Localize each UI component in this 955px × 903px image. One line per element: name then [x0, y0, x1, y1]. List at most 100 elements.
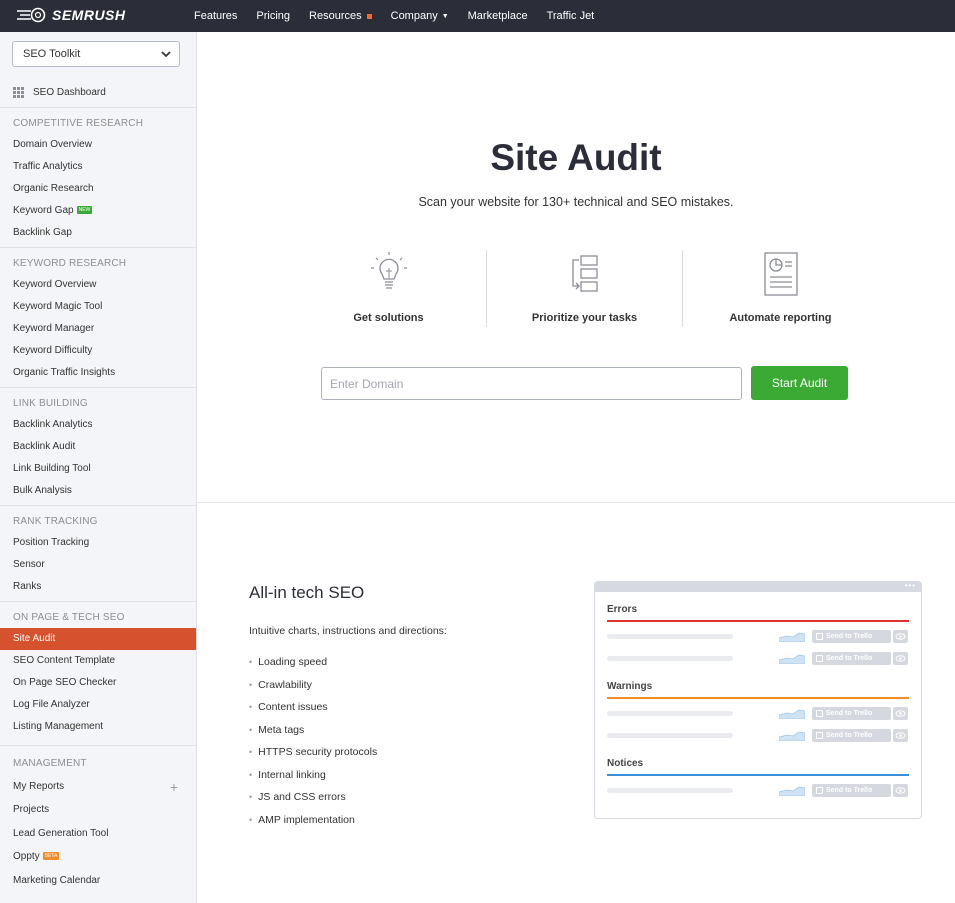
list-item: AMP implementation — [249, 813, 377, 836]
issue-placeholder — [607, 634, 733, 639]
sidebar-item-organic-research[interactable]: Organic Research — [0, 178, 196, 200]
audit-preview-card: ••• Errors Warnings Notices Send to Trel… — [594, 581, 922, 819]
trello-icon — [816, 732, 823, 739]
domain-input[interactable] — [321, 367, 742, 400]
fireball-icon — [17, 7, 46, 23]
nav-company-label: Company — [390, 10, 438, 22]
sidebar-item-keyword-overview[interactable]: Keyword Overview — [0, 274, 196, 296]
sidebar-item-my-reports[interactable]: My Reports + — [0, 776, 196, 798]
section-description: Intuitive charts, instructions and direc… — [249, 625, 447, 637]
list-item: Internal linking — [249, 768, 377, 791]
new-badge: NEW — [76, 206, 93, 214]
sidebar-item-label: Keyword Gap — [13, 205, 74, 216]
list-item: Content issues — [249, 700, 377, 723]
sparkline-icon — [779, 654, 805, 664]
sidebar-item-projects[interactable]: Projects — [0, 799, 196, 821]
feature-get-solutions: Get solutions — [291, 250, 486, 324]
sidebar-item-traffic-analytics[interactable]: Traffic Analytics — [0, 156, 196, 178]
issue-placeholder — [607, 788, 733, 793]
sidebar-item-seo-dashboard[interactable]: SEO Dashboard — [13, 87, 106, 98]
sidebar: SEO Toolkit SEO Dashboard COMPETITIVE RE… — [0, 32, 197, 903]
nav-marketplace[interactable]: Marketplace — [468, 10, 528, 22]
sidebar-item-oppty[interactable]: Oppty BETA — [0, 846, 196, 868]
sidebar-item-ranks[interactable]: Ranks — [0, 576, 196, 598]
section-management: MANAGEMENT — [13, 758, 87, 769]
sidebar-item-keyword-difficulty[interactable]: Keyword Difficulty — [0, 340, 196, 362]
sidebar-divider — [0, 601, 196, 602]
feature-list: Loading speed Crawlability Content issue… — [249, 655, 377, 835]
sidebar-item-keyword-gap[interactable]: Keyword Gap NEW — [0, 200, 196, 222]
sidebar-item-link-building-tool[interactable]: Link Building Tool — [0, 458, 196, 480]
more-icon: ••• — [904, 581, 916, 590]
list-item: Meta tags — [249, 723, 377, 746]
send-to-trello-button[interactable]: Send to Trello — [812, 784, 891, 797]
main-nav: Features Pricing Resources Company ▼ Mark… — [194, 0, 613, 32]
flowchart-icon — [571, 255, 598, 292]
send-to-trello-button[interactable]: Send to Trello — [812, 729, 891, 742]
report-icon — [763, 252, 798, 296]
page-title: Site Audit — [490, 137, 662, 178]
sidebar-item-sensor[interactable]: Sensor — [0, 554, 196, 576]
sidebar-item-site-audit[interactable]: Site Audit — [0, 628, 196, 650]
sidebar-item-backlink-analytics[interactable]: Backlink Analytics — [0, 414, 196, 436]
toolkit-select[interactable]: SEO Toolkit — [12, 41, 180, 67]
page-subtitle: Scan your website for 130+ technical and… — [418, 195, 734, 209]
sidebar-item-keyword-magic-tool[interactable]: Keyword Magic Tool — [0, 296, 196, 318]
nav-company[interactable]: Company ▼ — [391, 10, 449, 22]
nav-features[interactable]: Features — [194, 10, 237, 22]
section-keyword-research: KEYWORD RESEARCH — [13, 258, 127, 269]
nav-pricing[interactable]: Pricing — [256, 10, 290, 22]
sidebar-divider — [0, 745, 196, 746]
sidebar-item-keyword-manager[interactable]: Keyword Manager — [0, 318, 196, 340]
notices-bar — [607, 774, 909, 776]
sidebar-item-position-tracking[interactable]: Position Tracking — [0, 532, 196, 554]
send-to-trello-button[interactable]: Send to Trello — [812, 630, 891, 643]
sidebar-item-lead-generation-tool[interactable]: Lead Generation Tool — [0, 823, 196, 845]
notices-heading: Notices — [607, 758, 644, 769]
send-to-trello-label: Send to Trello — [826, 732, 873, 739]
eye-icon[interactable] — [893, 630, 908, 643]
sidebar-item-listing-management[interactable]: Listing Management — [0, 716, 196, 738]
start-audit-button[interactable]: Start Audit — [751, 366, 848, 400]
sidebar-item-bulk-analysis[interactable]: Bulk Analysis — [0, 480, 196, 502]
sidebar-divider — [0, 107, 196, 108]
section-rank-tracking: RANK TRACKING — [13, 516, 98, 527]
sidebar-item-seo-content-template[interactable]: SEO Content Template — [0, 650, 196, 672]
list-item: Crawlability — [249, 678, 377, 701]
sidebar-item-marketing-calendar[interactable]: Marketing Calendar — [0, 870, 196, 892]
nav-traffic-jet[interactable]: Traffic Jet — [547, 10, 595, 22]
sparkline-icon — [779, 731, 805, 741]
section-competitive-research: COMPETITIVE RESEARCH — [13, 118, 144, 129]
sparkline-icon — [779, 709, 805, 719]
new-dot-icon — [366, 13, 372, 19]
sidebar-divider — [0, 387, 196, 388]
sidebar-item-backlink-audit[interactable]: Backlink Audit — [0, 436, 196, 458]
list-item: JS and CSS errors — [249, 790, 377, 813]
send-to-trello-button[interactable]: Send to Trello — [812, 652, 891, 665]
eye-icon[interactable] — [893, 707, 908, 720]
sidebar-item-on-page-seo-checker[interactable]: On Page SEO Checker — [0, 672, 196, 694]
sidebar-item-domain-overview[interactable]: Domain Overview — [0, 134, 196, 156]
sidebar-item-organic-traffic-insights[interactable]: Organic Traffic Insights — [0, 362, 196, 384]
eye-icon[interactable] — [893, 784, 908, 797]
eye-icon[interactable] — [893, 652, 908, 665]
semrush-logo[interactable]: SEMRUSH — [16, 7, 126, 23]
errors-bar — [607, 620, 909, 622]
sidebar-item-backlink-gap[interactable]: Backlink Gap — [0, 222, 196, 244]
sidebar-item-label: Oppty — [13, 851, 40, 862]
plus-icon[interactable]: + — [170, 776, 178, 798]
send-to-trello-label: Send to Trello — [826, 710, 873, 717]
sidebar-item-label: My Reports — [13, 781, 65, 792]
main-content: Site Audit Scan your website for 130+ te… — [197, 32, 955, 903]
send-to-trello-label: Send to Trello — [826, 655, 873, 662]
eye-icon[interactable] — [893, 729, 908, 742]
section-title: All-in tech SEO — [249, 583, 365, 602]
send-to-trello-button[interactable]: Send to Trello — [812, 707, 891, 720]
section-on-page-tech-seo: ON PAGE & TECH SEO — [13, 612, 125, 623]
sidebar-item-label: SEO Dashboard — [33, 87, 106, 98]
chevron-down-icon — [161, 51, 171, 58]
send-to-trello-label: Send to Trello — [826, 787, 873, 794]
nav-resources[interactable]: Resources — [309, 10, 372, 22]
sidebar-item-log-file-analyzer[interactable]: Log File Analyzer — [0, 694, 196, 716]
trello-icon — [816, 655, 823, 662]
